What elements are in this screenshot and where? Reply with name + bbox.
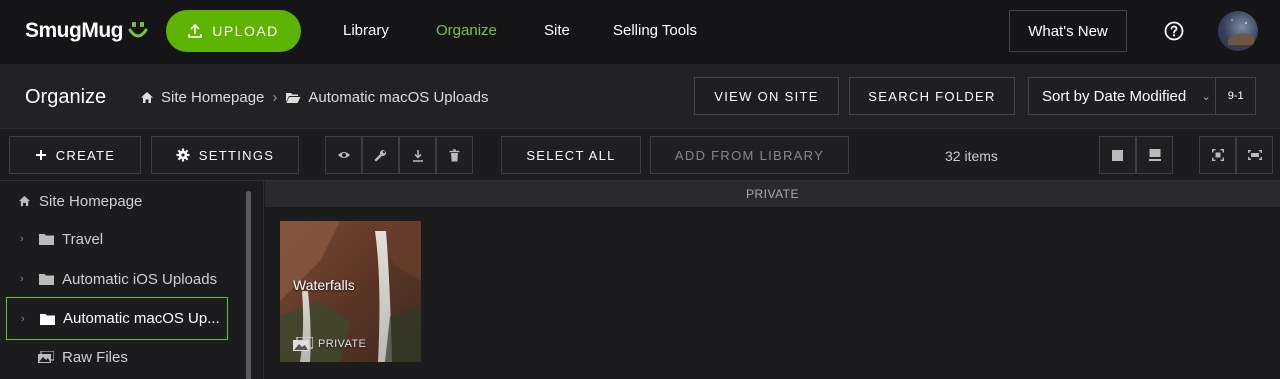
- whats-new-button[interactable]: What's New: [1009, 10, 1127, 52]
- tree-item-travel[interactable]: › Travel: [0, 219, 240, 259]
- breadcrumb-current-folder: Automatic macOS Uploads: [308, 89, 489, 106]
- search-folder-button[interactable]: SEARCH FOLDER: [849, 77, 1015, 115]
- delete-button[interactable]: [436, 136, 473, 174]
- tree-item-automatic-ios-uploads[interactable]: › Automatic iOS Uploads: [0, 259, 240, 299]
- organize-header: Organize Site Homepage › Automatic macOS…: [0, 64, 1280, 129]
- sort-dropdown[interactable]: Sort by Date Modified ⌄ 9-1: [1028, 77, 1256, 115]
- avatar[interactable]: [1218, 11, 1258, 51]
- settings-button[interactable]: SETTINGS: [151, 136, 299, 174]
- nav-site[interactable]: Site: [544, 22, 570, 39]
- upload-button[interactable]: UPLOAD: [166, 10, 301, 52]
- tree-item-label: Site Homepage: [39, 192, 143, 210]
- caption-view-button[interactable]: [1136, 136, 1173, 174]
- tree-item-label: Automatic iOS Uploads: [62, 270, 218, 288]
- gallery-icon: [293, 337, 313, 351]
- fit-view-button[interactable]: [1199, 136, 1236, 174]
- chevron-right-icon[interactable]: ›: [20, 233, 32, 245]
- breadcrumb: Site Homepage › Automatic macOS Uploads: [140, 89, 488, 106]
- smile-logo-icon: [128, 22, 148, 38]
- wrench-icon: [374, 149, 386, 161]
- chevron-right-icon[interactable]: ›: [20, 273, 32, 285]
- plus-icon: [35, 150, 46, 160]
- upload-label: UPLOAD: [212, 23, 279, 39]
- tree-item-label: Raw Files: [62, 348, 128, 366]
- gear-icon: [176, 148, 190, 162]
- item-count: 32 items: [945, 148, 998, 164]
- nav-organize[interactable]: Organize: [436, 22, 497, 39]
- trash-icon: [449, 148, 460, 161]
- folder-icon: [39, 233, 54, 245]
- folder-icon: [40, 313, 55, 325]
- tree-item-label: Automatic macOS Up...: [63, 310, 220, 327]
- chevron-right-icon[interactable]: ›: [21, 313, 33, 325]
- sort-direction-button[interactable]: 9-1: [1215, 78, 1255, 114]
- smugmug-logo[interactable]: SmugMug: [25, 19, 149, 43]
- page-title: Organize: [25, 86, 107, 108]
- tree-item-label: Travel: [62, 230, 104, 248]
- create-button[interactable]: CREATE: [9, 136, 141, 174]
- eye-icon: [337, 152, 350, 158]
- upload-icon: [188, 24, 203, 38]
- chevron-down-icon: ⌄: [1201, 90, 1211, 103]
- view-on-site-button[interactable]: VIEW ON SITE: [694, 77, 839, 115]
- fit-icon: [1211, 149, 1224, 161]
- folder-icon: [39, 273, 54, 285]
- help-icon[interactable]: [1164, 21, 1184, 41]
- tree-item-site-homepage[interactable]: Site Homepage: [0, 181, 240, 221]
- breadcrumb-site-homepage[interactable]: Site Homepage: [161, 89, 264, 106]
- sidebar-scrollbar[interactable]: [246, 191, 251, 379]
- section-header-private: PRIVATE: [265, 181, 1280, 207]
- sort-label: Sort by Date Modified: [1042, 87, 1187, 105]
- home-icon: [140, 91, 154, 104]
- tile-privacy-badge: PRIVATE: [293, 337, 366, 351]
- caption-view-icon: [1148, 149, 1161, 161]
- select-all-button[interactable]: SELECT ALL: [501, 136, 641, 174]
- logo-text: SmugMug: [25, 19, 123, 42]
- privacy-label: PRIVATE: [318, 338, 367, 350]
- toolbar: CREATE SETTINGS SELECT ALL ADD FROM LIBR…: [0, 129, 1280, 181]
- fill-icon: [1247, 150, 1262, 160]
- create-label: CREATE: [55, 147, 116, 163]
- gallery-icon: [38, 351, 54, 363]
- visibility-button[interactable]: [325, 136, 362, 174]
- settings-label: SETTINGS: [198, 147, 275, 163]
- add-from-library-button[interactable]: ADD FROM LIBRARY: [650, 136, 849, 174]
- fill-view-button[interactable]: [1236, 136, 1273, 174]
- chevron-right-icon: ›: [272, 89, 278, 106]
- square-view-icon: [1112, 149, 1123, 161]
- large-thumbnails-button[interactable]: [1099, 136, 1136, 174]
- tree-item-automatic-macos-uploads[interactable]: › Automatic macOS Up...: [6, 297, 228, 340]
- download-button[interactable]: [399, 136, 436, 174]
- folder-tree: Site Homepage › Travel › Automatic iOS U…: [0, 181, 264, 379]
- nav-selling-tools[interactable]: Selling Tools: [613, 22, 697, 39]
- download-icon: [412, 149, 423, 162]
- gallery-tile-waterfalls[interactable]: Waterfalls PRIVATE: [280, 221, 421, 362]
- tile-title: Waterfalls: [293, 277, 355, 293]
- home-icon: [18, 195, 31, 207]
- top-nav: SmugMug UPLOAD Library Organize Site Sel…: [0, 0, 1280, 64]
- nav-library[interactable]: Library: [343, 22, 389, 39]
- open-folder-icon: [285, 91, 301, 104]
- tree-item-raw-files[interactable]: Raw Files: [0, 337, 240, 377]
- tools-button[interactable]: [362, 136, 399, 174]
- content-area: PRIVATE Waterfalls PRIVATE: [265, 181, 1280, 379]
